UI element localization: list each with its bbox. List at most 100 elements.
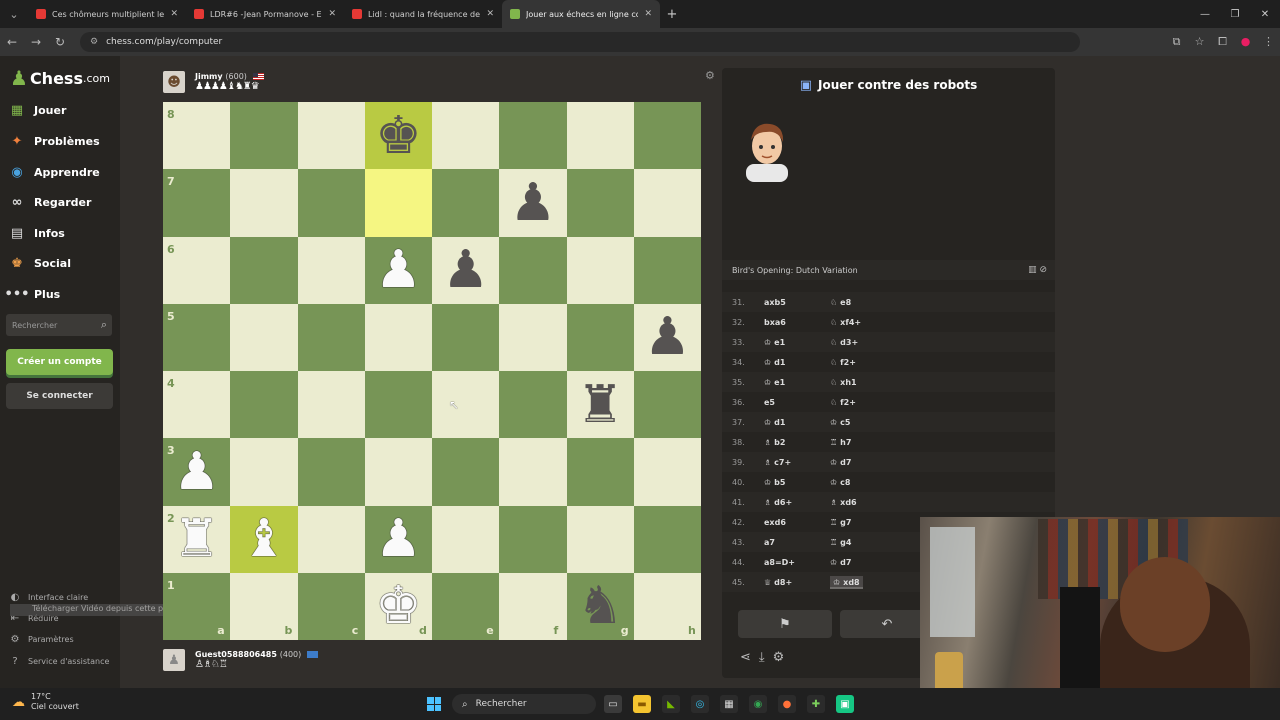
sidebar-item-apprendre[interactable]: ◉ Apprendre	[8, 163, 99, 181]
resign-button[interactable]: ⚑	[738, 610, 832, 638]
white-move[interactable]: ♗ d6+	[764, 498, 792, 507]
sidebar-item-social[interactable]: ♚ Social	[8, 254, 71, 272]
black-piece-g1[interactable]: ♞	[567, 573, 634, 640]
share-icon[interactable]: ⋖	[740, 650, 751, 665]
square-c4[interactable]	[297, 371, 365, 439]
file-explorer-icon[interactable]: ▬	[633, 695, 651, 713]
white-move[interactable]: ♔ e1	[764, 378, 785, 387]
black-move[interactable]: ♗ xd6	[830, 498, 857, 507]
browser-tab-2[interactable]: LDR#6 -Jean Pormanove - Enqu✕	[186, 0, 344, 28]
close-tab-icon[interactable]: ✕	[644, 9, 652, 19]
square-e7[interactable]	[432, 169, 500, 237]
new-tab-icon[interactable]: +	[660, 7, 684, 22]
avatar[interactable]: ☻	[163, 71, 185, 93]
white-move[interactable]: e5	[764, 398, 775, 407]
sidebar-item-problemes[interactable]: ✦ Problèmes	[8, 132, 100, 150]
square-b4[interactable]	[230, 371, 298, 439]
app-green-icon[interactable]: ▣	[836, 695, 854, 713]
square-b6[interactable]	[230, 236, 298, 304]
square-f4[interactable]	[499, 371, 567, 439]
square-g5[interactable]	[566, 303, 634, 371]
firefox-icon[interactable]: ●	[778, 695, 796, 713]
black-move[interactable]: ♔ c8	[830, 478, 850, 487]
forward-icon[interactable]: →	[24, 35, 48, 49]
square-f8[interactable]	[499, 102, 567, 170]
book-icon[interactable]: ▥	[1028, 265, 1037, 275]
bookmark-star-icon[interactable]: ☆	[1188, 35, 1211, 49]
edge-icon[interactable]: ◎	[691, 695, 709, 713]
square-c7[interactable]	[297, 169, 365, 237]
tab-search-icon[interactable]: ⌄	[0, 8, 28, 21]
square-g8[interactable]	[566, 102, 634, 170]
black-move[interactable]: ♖ g4	[830, 538, 851, 547]
board-settings-gear-icon[interactable]: ⚙	[705, 69, 715, 82]
white-move[interactable]: exd6	[764, 518, 786, 527]
square-g6[interactable]	[566, 236, 634, 304]
white-move[interactable]: ♔ b5	[764, 478, 785, 487]
top-player-name[interactable]: Jimmy	[195, 72, 223, 81]
black-move[interactable]: ♖ g7	[830, 518, 851, 527]
help-link[interactable]: ? Service d'assistance	[8, 656, 109, 667]
settings-gear-icon[interactable]: ⚙	[773, 650, 785, 665]
square-e3[interactable]	[432, 438, 500, 506]
square-d5[interactable]	[364, 303, 432, 371]
square-e4[interactable]	[432, 371, 500, 439]
browser-tab-4-active[interactable]: Jouer aux échecs en ligne contr✕	[502, 0, 660, 28]
square-c2[interactable]	[297, 505, 365, 573]
close-tab-icon[interactable]: ✕	[170, 9, 178, 19]
square-c8[interactable]	[297, 102, 365, 170]
square-h4[interactable]	[633, 371, 701, 439]
square-h7[interactable]	[633, 169, 701, 237]
white-piece-d2[interactable]: ♟	[365, 506, 432, 573]
extensions-icon[interactable]: ⧠	[1211, 35, 1234, 49]
black-piece-d8[interactable]: ♚	[365, 102, 432, 169]
sidebar-search-input[interactable]: Rechercher ⌕	[6, 314, 112, 336]
black-move[interactable]: ♘ f2+	[830, 398, 856, 407]
download-icon[interactable]: ⤓	[759, 650, 765, 665]
square-b7[interactable]	[230, 169, 298, 237]
square-e8[interactable]	[432, 102, 500, 170]
browser-tab-3[interactable]: Lidl : quand la fréquence de tra✕	[344, 0, 502, 28]
black-move[interactable]: ♔ d7	[830, 558, 851, 567]
back-icon[interactable]: ←	[0, 35, 24, 49]
white-piece-b2[interactable]: ♝	[230, 506, 297, 573]
square-e2[interactable]	[432, 505, 500, 573]
square-h6[interactable]	[633, 236, 701, 304]
square-g7[interactable]	[566, 169, 634, 237]
url-field[interactable]: ⚙ chess.com/play/computer	[80, 32, 1080, 52]
white-piece-a2[interactable]: ♜	[163, 506, 230, 573]
sidebar-item-regarder[interactable]: ∞ Regarder	[8, 193, 92, 211]
profile-icon[interactable]: ●	[1234, 35, 1257, 49]
white-piece-d6[interactable]: ♟	[365, 237, 432, 304]
white-move[interactable]: axb5	[764, 298, 786, 307]
black-piece-f7[interactable]: ♟	[499, 169, 566, 236]
black-move[interactable]: ♘ xf4+	[830, 318, 861, 327]
square-f6[interactable]	[499, 236, 567, 304]
square-h8[interactable]	[633, 102, 701, 170]
close-tab-icon[interactable]: ✕	[328, 9, 336, 19]
close-window-icon[interactable]: ✕	[1250, 9, 1280, 20]
site-info-icon[interactable]: ⚙	[90, 37, 98, 47]
settings-link[interactable]: ⚙ Paramètres	[8, 634, 74, 645]
black-move[interactable]: ♔ d7	[830, 458, 851, 467]
black-move[interactable]: ♔ xd8	[830, 576, 863, 589]
weather-widget[interactable]: ☁ 17°C Ciel couvert	[12, 692, 79, 712]
nvidia-icon[interactable]: ◣	[662, 695, 680, 713]
white-move[interactable]: a8=D+	[764, 558, 795, 567]
square-h3[interactable]	[633, 438, 701, 506]
restore-icon[interactable]: ❐	[1220, 9, 1250, 20]
login-button[interactable]: Se connecter	[6, 383, 113, 409]
white-move[interactable]: ♗ c7+	[764, 458, 791, 467]
bottom-player-name[interactable]: Guest0588806485	[195, 650, 277, 659]
black-piece-g4[interactable]: ♜	[567, 371, 634, 438]
task-view-icon[interactable]: ▭	[604, 695, 622, 713]
xbox-icon[interactable]: ✚	[807, 695, 825, 713]
square-f2[interactable]	[499, 505, 567, 573]
black-piece-h5[interactable]: ♟	[634, 304, 701, 371]
square-b5[interactable]	[230, 303, 298, 371]
square-c6[interactable]	[297, 236, 365, 304]
black-move[interactable]: ♘ f2+	[830, 358, 856, 367]
black-piece-e6[interactable]: ♟	[432, 237, 499, 304]
square-d3[interactable]	[364, 438, 432, 506]
light-interface-toggle[interactable]: ◐ Interface claire	[8, 592, 89, 603]
